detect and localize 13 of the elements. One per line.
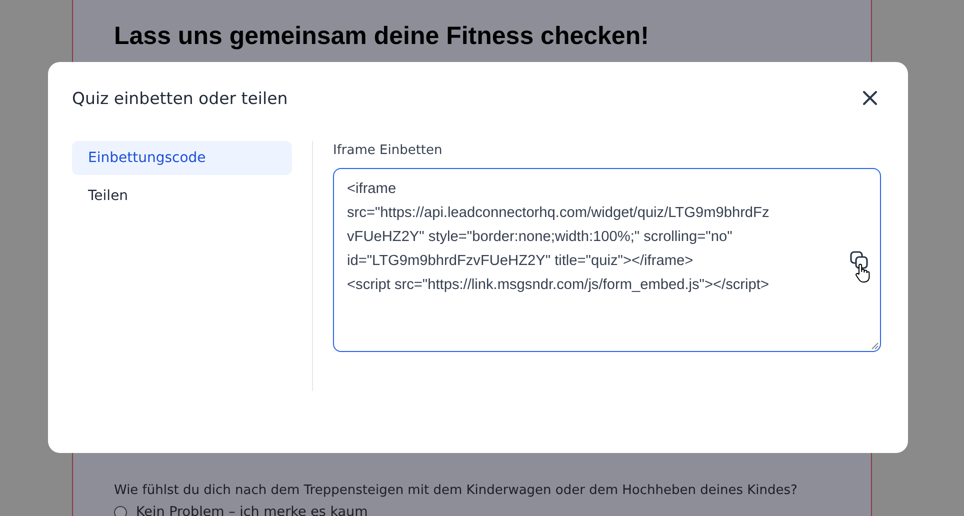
option-label: Kein Problem – ich merke es kaum [136, 504, 368, 516]
code-field[interactable]: <iframe src="https://api.leadconnectorhq.com/widget/quiz/LTG9m9bhrdFz vFUeHZ2Y" style="border:none;width:100%;" scrolling="no" id="LTG9m9bhrdFzvFUeHZ2Y" title="quiz"></iframe> <script src="https://link.msgsndr.com/js/form_embed.js"></script> [333, 168, 881, 352]
question-text: Wie fühlst du dich nach dem Treppensteigen mit dem Kinderwagen oder dem Hochheben deines Kindes? [114, 483, 798, 498]
dialog-title: Quiz einbetten oder teilen [72, 88, 288, 108]
field-label: Iframe Einbetten [333, 143, 444, 158]
sidebar-tab[interactable]: Teilen [72, 179, 292, 213]
resize-handle-icon[interactable] [871, 342, 879, 350]
sidebar-tab[interactable]: Einbettungscode [72, 141, 292, 175]
radio-button[interactable] [114, 506, 127, 516]
hand-cursor-icon [855, 263, 871, 283]
close-button[interactable] [860, 88, 880, 108]
copy-icon[interactable] [850, 251, 868, 269]
page-heading: Lass uns gemeinsam deine Fitness checken! [114, 22, 650, 51]
